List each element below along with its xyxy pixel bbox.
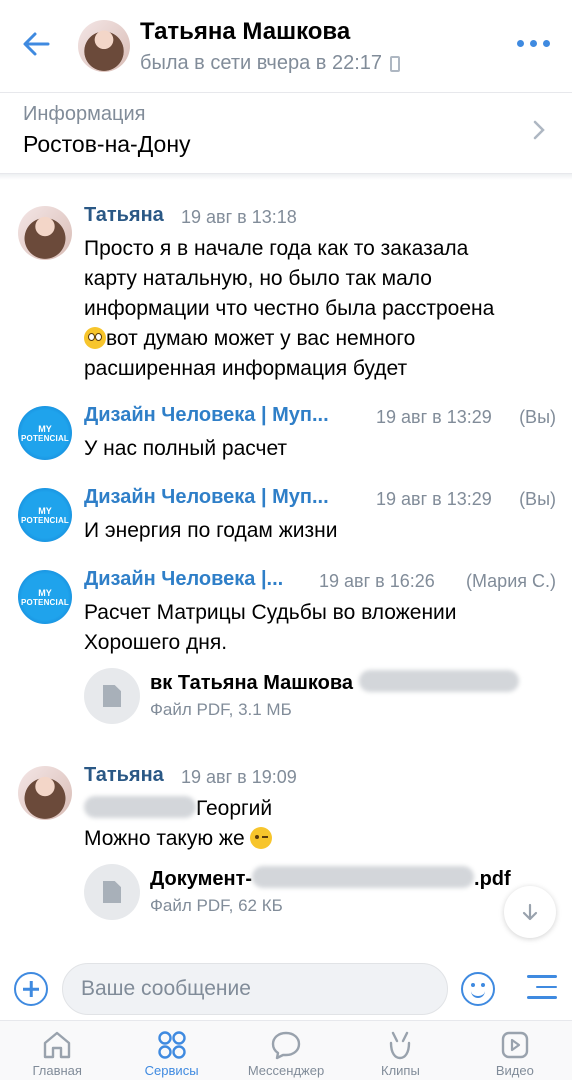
message-time: 19 авг в 16:26 xyxy=(319,571,435,591)
sender-note: (Мария С.) xyxy=(465,571,556,591)
flushed-emoji-icon xyxy=(84,327,106,349)
message-text: У нас полный расчет xyxy=(84,437,288,460)
message-text: И энергия по годам жизни xyxy=(84,519,338,542)
message-header: Татьяна 19 авг в 19:09 xyxy=(84,764,556,792)
tab-home[interactable]: Главная xyxy=(0,1021,114,1080)
message-header: Дизайн Человека | Myп... 19 авг в 13:29 … xyxy=(84,404,556,432)
file-attachment[interactable]: вк Татьяна Машкова Файл PDF, 3.1 МБ xyxy=(84,668,554,728)
document-icon xyxy=(84,864,140,920)
attach-plus-icon[interactable] xyxy=(14,972,48,1006)
contact-name[interactable]: Татьяна Машкова xyxy=(140,18,350,46)
bottom-tab-bar: Главная Сервисы Мессенджер Клипы Видео xyxy=(0,1020,572,1080)
redacted-text xyxy=(84,796,196,818)
info-label: Информация xyxy=(23,103,146,125)
chat-header: Татьяна Машкова была в сети вчера в 22:1… xyxy=(0,0,572,92)
message-text: Просто я в начале года как то заказала к… xyxy=(84,237,495,380)
message-time: 19 авг в 13:29 xyxy=(376,489,492,509)
tab-video[interactable]: Видео xyxy=(458,1021,572,1080)
file-attachment[interactable]: Документ- .pdf Файл PDF, 62 КБ xyxy=(84,864,554,924)
message-composer: Ваше сообщение xyxy=(0,958,572,1020)
message-time: 19 авг в 13:29 xyxy=(376,407,492,427)
info-value: Ростов-на-Дону xyxy=(23,131,191,157)
message-author[interactable]: Татьяна xyxy=(84,204,164,227)
tab-clips[interactable]: Клипы xyxy=(343,1021,457,1080)
sender-avatar[interactable]: MY POTENCIAL xyxy=(18,488,72,542)
message-input[interactable]: Ваше сообщение xyxy=(62,963,448,1015)
arrow-down-icon xyxy=(522,903,538,921)
more-options-icon[interactable] xyxy=(517,40,550,47)
message[interactable]: MY POTENCIAL Дизайн Человека | Myп... 19… xyxy=(0,404,572,464)
message-header: Дизайн Человека | Myп... 19 авг в 13:29 … xyxy=(84,486,556,514)
message-author[interactable]: Дизайн Человека | Myп... xyxy=(84,486,329,509)
attachment-meta: Файл PDF, 3.1 МБ xyxy=(150,700,292,719)
home-icon xyxy=(44,1031,71,1059)
message-text: Георгий Можно такую же xyxy=(84,796,273,850)
last-seen-text: была в сети вчера в 22:17 xyxy=(140,52,383,74)
message-time: 19 авг в 13:18 xyxy=(181,207,297,227)
sender-avatar[interactable]: MY POTENCIAL xyxy=(18,406,72,460)
document-icon xyxy=(84,668,140,724)
message[interactable]: Татьяна 19 авг в 13:18 Просто я в начале… xyxy=(0,204,572,384)
divider xyxy=(0,174,572,180)
contact-avatar[interactable] xyxy=(78,20,130,72)
info-block[interactable]: Информация Ростов-на-Дону xyxy=(0,92,572,174)
message-author[interactable]: Дизайн Человека | Myп... xyxy=(84,404,329,427)
messenger-icon xyxy=(271,1031,301,1060)
tab-messenger[interactable]: Мессенджер xyxy=(229,1021,343,1080)
mobile-icon xyxy=(390,55,401,72)
clips-icon xyxy=(390,1031,411,1060)
message-text: Расчет Матрицы Судьбы во вложении Хороше… xyxy=(84,601,457,654)
emoji-smile-icon[interactable] xyxy=(461,972,495,1006)
sender-avatar[interactable]: MY POTENCIAL xyxy=(18,570,72,624)
message[interactable]: MY POTENCIAL Дизайн Человека |... 19 авг… xyxy=(0,568,572,738)
redacted-text xyxy=(358,670,519,692)
attachment-name: вк Татьяна Машкова xyxy=(150,670,519,695)
sender-note: (Вы) xyxy=(519,407,556,427)
tab-services[interactable]: Сервисы xyxy=(114,1021,228,1080)
sender-note: (Вы) xyxy=(519,489,556,509)
services-icon xyxy=(157,1031,186,1059)
redacted-text xyxy=(252,866,475,888)
attachment-meta: Файл PDF, 62 КБ xyxy=(150,896,283,915)
message[interactable]: Татьяна 19 авг в 19:09 Георгий Можно так… xyxy=(0,764,572,944)
bot-keyboard-icon[interactable] xyxy=(527,975,557,1005)
chevron-right-icon xyxy=(533,120,545,140)
attachment-name: Документ- .pdf xyxy=(150,866,511,890)
contact-status: была в сети вчера в 22:17 xyxy=(140,52,401,75)
message-time: 19 авг в 19:09 xyxy=(181,767,297,787)
video-icon xyxy=(501,1031,529,1059)
message-header: Дизайн Человека |... 19 авг в 16:26 (Мар… xyxy=(84,568,556,596)
message-author[interactable]: Татьяна xyxy=(84,764,164,787)
wink-emoji-icon xyxy=(250,827,273,849)
message[interactable]: MY POTENCIAL Дизайн Человека | Myп... 19… xyxy=(0,486,572,546)
message-author[interactable]: Дизайн Человека |... xyxy=(84,568,283,591)
scroll-down-button[interactable] xyxy=(504,886,556,938)
sender-avatar[interactable] xyxy=(18,766,72,820)
message-header: Татьяна 19 авг в 13:18 xyxy=(84,204,556,232)
sender-avatar[interactable] xyxy=(18,206,72,260)
back-arrow-icon[interactable] xyxy=(18,26,54,62)
